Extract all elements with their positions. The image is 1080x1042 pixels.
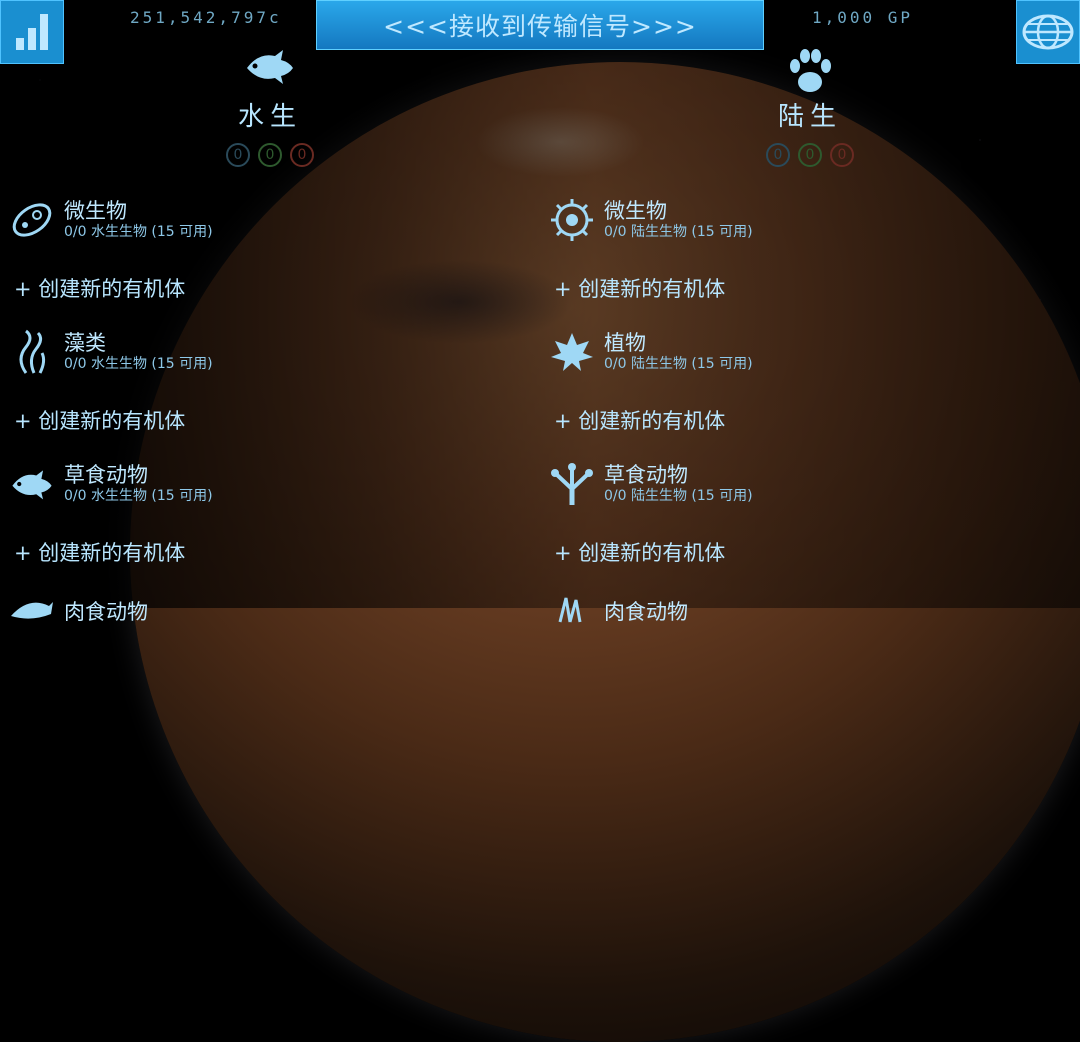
category-name: 肉食动物 [64, 600, 148, 624]
category-count: 0/0 陆生生物 (15 可用) [604, 356, 753, 372]
create-organism-button[interactable]: + 创建新的有机体 [554, 273, 725, 303]
stats-button[interactable] [0, 0, 64, 64]
category-count: 0/0 水生生物 (15 可用) [64, 488, 213, 504]
aquatic-header[interactable]: 水生 0 0 0 [210, 44, 330, 167]
leaf-icon [551, 333, 593, 371]
terrestrial-title: 陆生 [777, 102, 842, 132]
frog-foot-icon [551, 463, 593, 505]
terrestrial-header[interactable]: 陆生 0 0 0 [750, 44, 870, 167]
category-name: 草食动物 [64, 463, 148, 487]
globe-button[interactable] [1016, 0, 1080, 64]
aquatic-herbivore-category[interactable]: 草食动物 0/0 水生生物 (15 可用) [8, 460, 213, 508]
counter-red: 0 [830, 143, 854, 167]
category-count: 0/0 陆生生物 (15 可用) [604, 224, 753, 240]
claw-icon [558, 597, 582, 623]
credits-readout: 251,542,797c [130, 8, 282, 27]
counter-blue: 0 [226, 143, 250, 167]
category-count: 0/0 水生生物 (15 可用) [64, 224, 213, 240]
globe-icon [1022, 14, 1074, 50]
category-name: 肉食动物 [604, 600, 688, 624]
category-count: 0/0 陆生生物 (15 可用) [604, 488, 753, 504]
create-organism-button[interactable]: + 创建新的有机体 [14, 537, 185, 567]
counter-green: 0 [258, 143, 282, 167]
aquatic-algae-category[interactable]: 藻类 0/0 水生生物 (15 可用) [8, 328, 213, 376]
counter-red: 0 [290, 143, 314, 167]
terrestrial-carnivore-category[interactable]: 肉食动物 [548, 588, 688, 636]
fish-icon [12, 470, 52, 500]
aquatic-counters: 0 0 0 [210, 143, 330, 167]
counter-green: 0 [798, 143, 822, 167]
background-shade [0, 0, 1080, 608]
create-organism-button[interactable]: + 创建新的有机体 [14, 273, 185, 303]
paramecium-icon [12, 203, 52, 237]
fish-icon [247, 50, 293, 84]
category-name: 微生物 [604, 199, 667, 223]
paw-icon [790, 49, 831, 92]
aquatic-microbe-category[interactable]: 微生物 0/0 水生生物 (15 可用) [8, 196, 213, 244]
category-name: 微生物 [64, 199, 127, 223]
create-organism-button[interactable]: + 创建新的有机体 [554, 405, 725, 435]
terrestrial-plant-category[interactable]: 植物 0/0 陆生生物 (15 可用) [548, 328, 753, 376]
shark-icon [11, 602, 53, 619]
aquatic-carnivore-category[interactable]: 肉食动物 [8, 588, 148, 636]
create-organism-button[interactable]: + 创建新的有机体 [14, 405, 185, 435]
terrestrial-counters: 0 0 0 [750, 143, 870, 167]
bar-chart-icon [16, 14, 48, 50]
category-name: 草食动物 [604, 463, 688, 487]
gp-readout: 1,000 GP [812, 8, 914, 27]
counter-blue: 0 [766, 143, 790, 167]
create-organism-button[interactable]: + 创建新的有机体 [554, 537, 725, 567]
category-count: 0/0 水生生物 (15 可用) [64, 356, 213, 372]
virus-icon [551, 199, 593, 241]
category-name: 藻类 [64, 331, 106, 355]
category-name: 植物 [604, 331, 646, 355]
aquatic-title: 水生 [237, 102, 302, 132]
seaweed-icon [19, 329, 46, 374]
terrestrial-microbe-category[interactable]: 微生物 0/0 陆生生物 (15 可用) [548, 196, 753, 244]
transmission-banner[interactable]: <<<接收到传输信号>>> [316, 0, 764, 50]
terrestrial-herbivore-category[interactable]: 草食动物 0/0 陆生生物 (15 可用) [548, 460, 753, 508]
